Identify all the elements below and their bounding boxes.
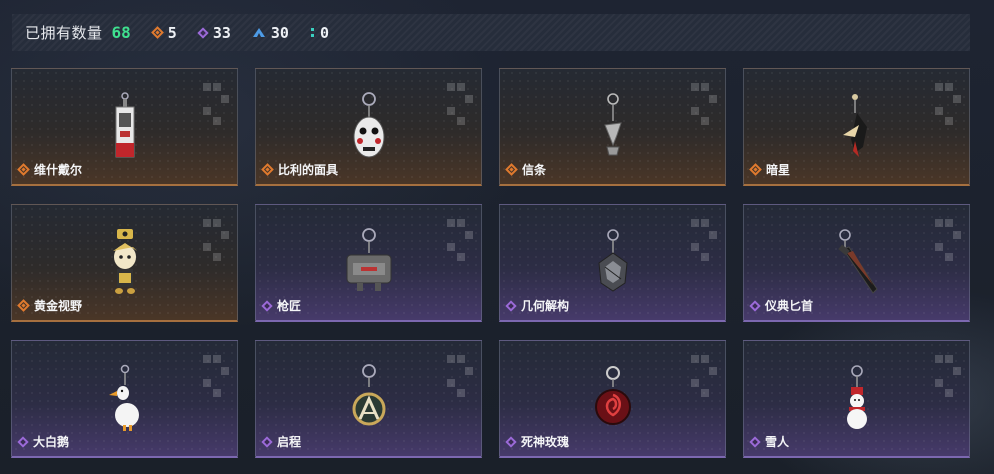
card-pattern-icon bbox=[447, 219, 473, 261]
purple-rarity-icon bbox=[17, 435, 29, 448]
card-pattern-icon bbox=[203, 355, 229, 397]
charm-card[interactable]: 仪典匕首 bbox=[743, 204, 970, 322]
purple-rarity-icon bbox=[749, 435, 761, 448]
charm-card[interactable]: 启程 bbox=[255, 340, 482, 458]
geometric-charm-icon bbox=[597, 229, 628, 292]
card-pattern-icon bbox=[447, 355, 473, 397]
purple-rarity-icon bbox=[505, 299, 517, 312]
death-rose-charm-icon bbox=[594, 366, 631, 425]
snowman-charm-icon bbox=[846, 365, 867, 429]
orange-rarity-count: 5 bbox=[167, 23, 177, 42]
purple-rarity-icon bbox=[749, 299, 761, 312]
purple-rarity-icon bbox=[261, 299, 273, 312]
charm-card[interactable]: 枪匠 bbox=[255, 204, 482, 322]
purple-rarity-stat: 33 bbox=[197, 23, 231, 42]
gunsmith-charm-icon bbox=[346, 228, 391, 291]
card-pattern-icon bbox=[203, 219, 229, 261]
charm-card[interactable]: 信条 bbox=[499, 68, 726, 186]
card-pattern-icon bbox=[447, 83, 473, 125]
card-pattern-icon bbox=[691, 83, 717, 125]
card-pattern-icon bbox=[935, 219, 961, 261]
charm-name: 启程 bbox=[277, 435, 302, 449]
owned-total-count: 68 bbox=[111, 23, 131, 42]
charm-card[interactable]: 维什戴尔 bbox=[11, 68, 238, 186]
creed-charm-icon bbox=[603, 93, 622, 156]
blue-rarity-count: 30 bbox=[270, 23, 289, 42]
purple-rarity-count: 33 bbox=[212, 23, 231, 42]
charm-name: 维什戴尔 bbox=[34, 163, 83, 177]
orange-rarity-icon bbox=[749, 163, 762, 176]
billy-mask-charm-icon bbox=[353, 92, 384, 158]
card-pattern-icon bbox=[935, 355, 961, 397]
purple-rarity-icon bbox=[505, 435, 517, 448]
charm-name: 枪匠 bbox=[277, 299, 302, 313]
owned-count-label: 已拥有数量 bbox=[25, 24, 103, 42]
blue-rarity-icon bbox=[252, 28, 265, 37]
purple-rarity-icon bbox=[197, 26, 209, 39]
charm-name: 暗星 bbox=[766, 163, 791, 177]
white-goose-charm-icon bbox=[108, 364, 139, 431]
orange-rarity-icon bbox=[261, 163, 274, 176]
orange-rarity-icon bbox=[150, 26, 164, 39]
orange-rarity-icon bbox=[17, 299, 30, 312]
charm-card[interactable]: 暗星 bbox=[743, 68, 970, 186]
charm-name: 雪人 bbox=[765, 435, 790, 449]
card-pattern-icon bbox=[691, 219, 717, 261]
vishdel-charm-icon bbox=[115, 92, 134, 158]
orange-rarity-icon bbox=[17, 163, 30, 176]
charm-card[interactable]: 大白鹅 bbox=[11, 340, 238, 458]
charm-name: 黄金视野 bbox=[34, 299, 83, 313]
golden-vision-charm-icon bbox=[112, 229, 137, 294]
charm-collection-page: 已拥有数量 68 5 33 30 0 维什戴尔 比利的面具 信条 暗星 黄金视野… bbox=[0, 0, 994, 474]
charm-name: 仪典匕首 bbox=[765, 299, 814, 313]
ritual-dagger-charm-icon bbox=[837, 229, 878, 294]
orange-rarity-icon bbox=[505, 163, 518, 176]
charm-card[interactable]: 雪人 bbox=[743, 340, 970, 458]
teal-rarity-stat: 0 bbox=[310, 23, 329, 42]
purple-rarity-icon bbox=[261, 435, 273, 448]
charm-name: 比利的面具 bbox=[278, 163, 339, 177]
charm-name: 几何解构 bbox=[521, 299, 570, 313]
charm-name: 大白鹅 bbox=[33, 435, 70, 449]
charm-card[interactable]: 几何解构 bbox=[499, 204, 726, 322]
departure-charm-icon bbox=[352, 364, 385, 426]
charm-card[interactable]: 比利的面具 bbox=[255, 68, 482, 186]
charm-card[interactable]: 死神玫瑰 bbox=[499, 340, 726, 458]
card-pattern-icon bbox=[691, 355, 717, 397]
charm-card[interactable]: 黄金视野 bbox=[11, 204, 238, 322]
charm-name: 信条 bbox=[522, 163, 547, 177]
dark-star-charm-icon bbox=[842, 94, 867, 157]
charm-name: 死神玫瑰 bbox=[521, 435, 570, 449]
card-pattern-icon bbox=[203, 83, 229, 125]
blue-rarity-stat: 30 bbox=[252, 23, 289, 42]
orange-rarity-stat: 5 bbox=[150, 23, 177, 42]
card-pattern-icon bbox=[935, 83, 961, 125]
teal-rarity-count: 0 bbox=[319, 23, 329, 42]
ownership-stats-bar: 已拥有数量 68 5 33 30 0 bbox=[12, 14, 970, 51]
teal-rarity-icon bbox=[310, 27, 314, 38]
